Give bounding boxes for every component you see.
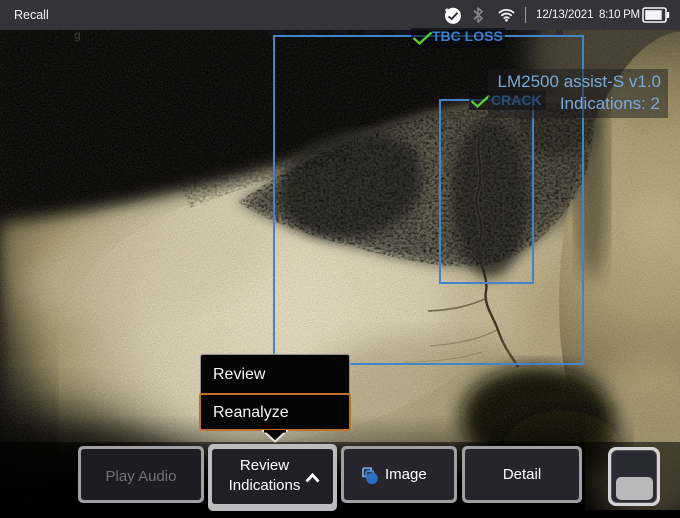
svg-text:g: g	[74, 30, 81, 42]
